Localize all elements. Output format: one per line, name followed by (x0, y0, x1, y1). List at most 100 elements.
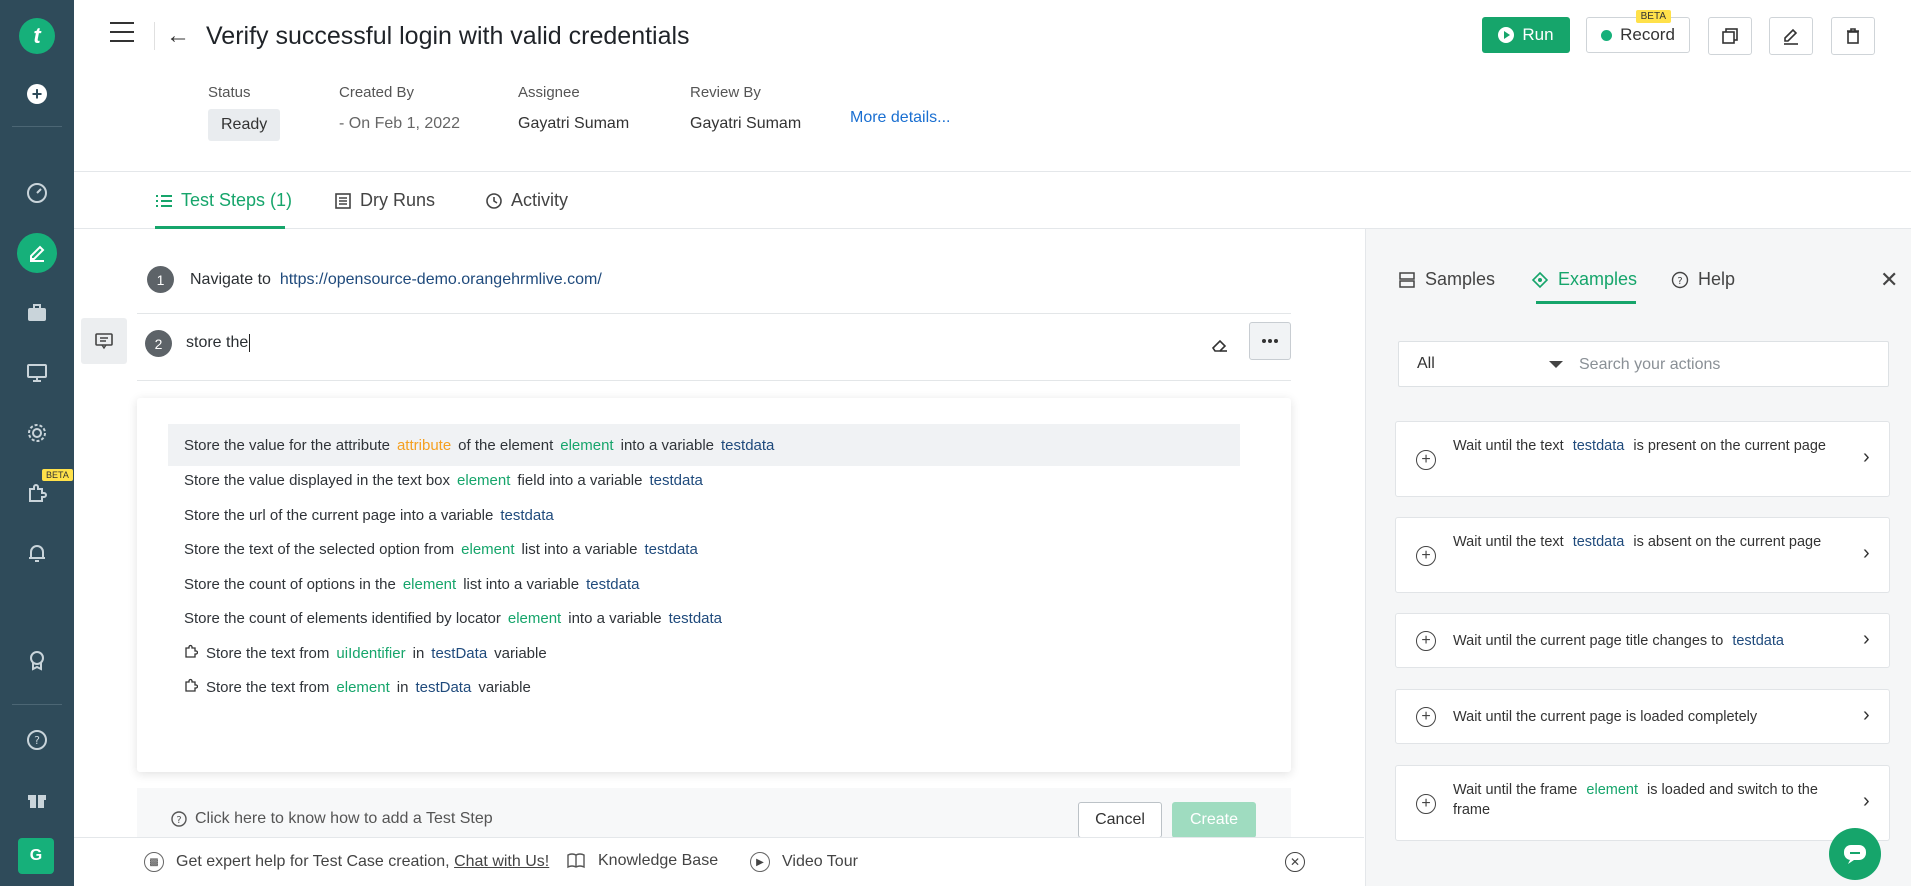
suggestion-token: testdata (668, 609, 723, 627)
rail-divider (12, 126, 62, 127)
action-search: All (1398, 341, 1889, 387)
run-label: Run (1522, 25, 1554, 44)
example-card-text: Wait until the text testdata is absent o… (1453, 532, 1833, 552)
card-token: testdata (1572, 534, 1625, 550)
status-badge: Ready (208, 109, 281, 141)
chevron-right-icon[interactable]: › (1863, 790, 1870, 813)
tab-dry-runs[interactable]: Dry Runs (334, 190, 435, 211)
bell-icon[interactable] (18, 534, 56, 572)
suggestion-text: list into a variable (463, 575, 580, 593)
card-token: testdata (1732, 633, 1784, 649)
hamburger-menu-icon[interactable] (110, 22, 134, 42)
gift-icon[interactable] (18, 780, 56, 818)
search-actions-input[interactable] (1579, 350, 1869, 380)
suggestion-token: element (402, 575, 457, 593)
chevron-right-icon[interactable]: › (1863, 628, 1870, 651)
card-token: testdata (1572, 438, 1625, 454)
test-step-1[interactable]: 1 Navigate to https://opensource-demo.or… (147, 266, 602, 293)
chat-support-button[interactable] (1829, 828, 1881, 880)
testsigma-logo[interactable]: t (19, 18, 55, 54)
run-button[interactable]: Run (1482, 17, 1570, 53)
left-rail: t + BETA ? G (0, 0, 74, 886)
step-input[interactable]: store the (186, 334, 251, 353)
add-circle-icon[interactable]: + (1416, 794, 1436, 814)
add-step-help-link[interactable]: ? Click here to know how to add a Test S… (171, 810, 493, 828)
video-tour-link[interactable]: ▶ Video Tour (750, 852, 858, 872)
close-help-bar-icon[interactable]: ✕ (1285, 852, 1305, 872)
example-card-text: Wait until the frame element is loaded a… (1453, 780, 1833, 820)
avatar[interactable]: G (18, 838, 54, 874)
card-text: is present on the current page (1633, 438, 1826, 454)
add-circle-icon[interactable]: + (1416, 707, 1436, 727)
eraser-icon[interactable] (1211, 337, 1229, 358)
add-circle-icon[interactable]: + (1416, 546, 1436, 566)
settings-icon[interactable] (18, 414, 56, 452)
tab-examples-label: Examples (1558, 269, 1638, 289)
back-arrow-icon[interactable]: ← (166, 22, 190, 50)
book-icon (567, 853, 585, 869)
add-circle-icon[interactable]: + (1416, 450, 1436, 470)
suggestion-text: Store the count of options in the (184, 575, 396, 593)
tab-help[interactable]: ? Help (1671, 269, 1735, 290)
example-card[interactable]: + Wait until the frame element is loaded … (1395, 765, 1890, 841)
step-url[interactable]: https://opensource-demo.orangehrmlive.co… (280, 271, 602, 288)
chevron-right-icon[interactable]: › (1863, 542, 1870, 565)
chevron-down-icon[interactable] (1549, 361, 1563, 368)
rail-divider-2 (12, 704, 62, 705)
step-number-2: 2 (145, 330, 172, 357)
help-icon[interactable]: ? (18, 721, 56, 759)
tab-test-steps[interactable]: Test Steps (1) (155, 190, 292, 211)
comment-icon (95, 333, 113, 350)
add-circle-icon[interactable]: + (1416, 631, 1436, 651)
samples-icon (1399, 271, 1415, 288)
test-step-2-editor[interactable]: 2 store the (145, 330, 251, 357)
copy-button[interactable] (1708, 17, 1752, 55)
tab-samples[interactable]: Samples (1398, 269, 1495, 290)
cancel-button[interactable]: Cancel (1078, 802, 1162, 838)
example-card[interactable]: + Wait until the text testdata is present… (1395, 421, 1890, 497)
card-text: Wait until the text (1453, 438, 1564, 454)
example-card[interactable]: + Wait until the text testdata is absent … (1395, 517, 1890, 593)
chat-with-us-link[interactable]: Chat with Us! (454, 853, 549, 870)
record-label: Record (1620, 25, 1675, 44)
play-icon (1498, 27, 1515, 43)
dashboard-icon[interactable] (18, 174, 56, 212)
monitor-icon[interactable] (18, 354, 56, 392)
example-card[interactable]: + Wait until the current page title chang… (1395, 613, 1890, 668)
suggestions-dropdown: Store the value for the attribute attribu… (137, 398, 1291, 772)
badge-award-icon[interactable] (18, 641, 56, 679)
filter-select[interactable]: All (1417, 355, 1435, 373)
test-development-icon[interactable] (17, 233, 57, 273)
suggestion-item[interactable]: Store the text from element in testData vari… (168, 666, 1240, 708)
bottom-help-bar: ▩ Get expert help for Test Case creation… (74, 837, 1364, 886)
knowledge-base-link[interactable]: Knowledge Base (566, 852, 718, 870)
step-divider-2 (137, 380, 1291, 381)
text-caret (249, 334, 251, 353)
more-options-button[interactable] (1249, 322, 1291, 360)
tab-dry-runs-label: Dry Runs (360, 190, 436, 210)
edit-button[interactable] (1769, 17, 1813, 55)
more-details-link[interactable]: More details... (850, 109, 950, 127)
suggestion-token: testData (431, 644, 488, 662)
addon-puzzle-icon (184, 678, 199, 696)
svg-text:?: ? (1677, 276, 1682, 287)
chevron-right-icon[interactable]: › (1863, 446, 1870, 469)
header-divider (154, 22, 155, 50)
record-button[interactable]: Record BETA (1586, 10, 1690, 53)
close-panel-icon[interactable]: ✕ (1880, 267, 1898, 293)
delete-button[interactable] (1831, 17, 1875, 55)
suggestion-text: Store the count of elements identified b… (184, 609, 501, 627)
briefcase-icon[interactable] (18, 294, 56, 332)
card-text: Wait until the frame (1453, 782, 1578, 798)
list-icon (156, 194, 172, 207)
tab-activity[interactable]: Activity (485, 190, 568, 211)
comment-toggle-button[interactable] (81, 318, 127, 364)
example-card[interactable]: + Wait until the current page is loaded c… (1395, 689, 1890, 744)
add-icon[interactable]: + (27, 84, 47, 104)
create-button[interactable]: Create (1172, 802, 1256, 838)
clock-icon (486, 192, 502, 209)
suggestion-token: element (336, 678, 390, 696)
tab-examples[interactable]: Examples (1531, 269, 1637, 290)
meta-assignee: Assignee Gayatri Sumam (518, 84, 629, 133)
chevron-right-icon[interactable]: › (1863, 704, 1870, 727)
